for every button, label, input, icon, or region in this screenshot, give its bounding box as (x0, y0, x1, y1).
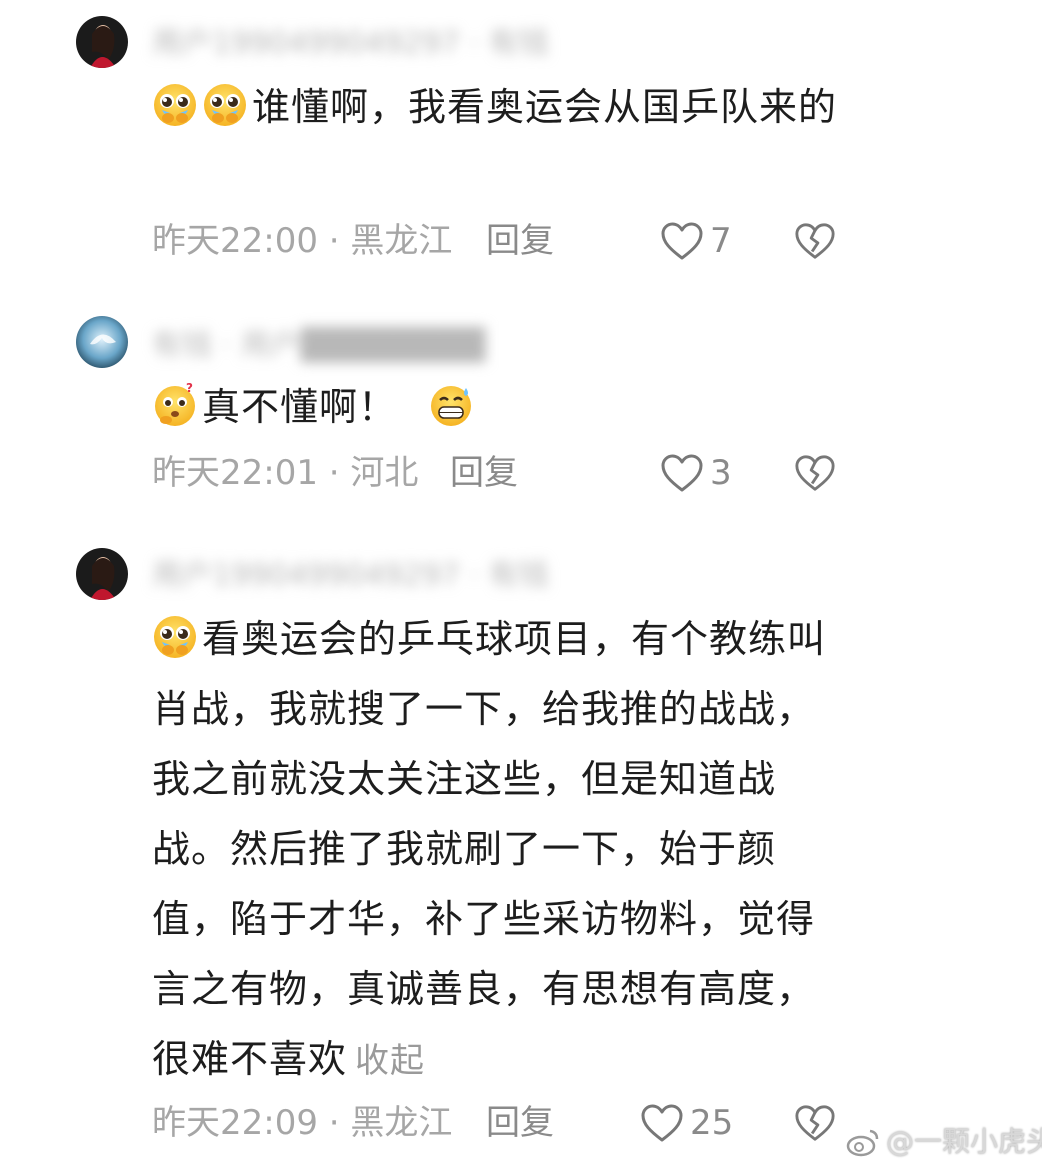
comment-text: 看奥运会的乒乓球项目，有个教练叫肖战，我就搜了一下，给我推的战战，我之前就没太关… (152, 604, 852, 1096)
broken-heart-icon[interactable] (794, 452, 836, 494)
comment-text: 谁懂啊，我看奥运会从国乒队来的 (152, 72, 852, 142)
like-button[interactable]: 25 (640, 1098, 733, 1148)
avatar[interactable] (76, 16, 128, 68)
username[interactable]: 有钱 · 用户████████ (152, 324, 485, 368)
pleading-face-icon (152, 614, 198, 660)
collapse-link[interactable]: 收起 (355, 1041, 425, 1081)
broken-heart-icon[interactable] (794, 1102, 836, 1144)
comment-meta: 昨天22:01 · 河北 (152, 453, 419, 493)
watermark-text: @一颗小虎头 (886, 1125, 1042, 1158)
thinking-face-icon (152, 382, 198, 428)
avatar[interactable] (76, 548, 128, 600)
reply-button[interactable]: 回复 (486, 216, 554, 266)
like-button[interactable]: 3 (660, 448, 732, 498)
comment-text-content: 看奥运会的乒乓球项目，有个教练叫肖战，我就搜了一下，给我推的战战，我之前就没太关… (152, 617, 827, 1081)
comment-text-content: 真不懂啊！ (202, 385, 398, 429)
comment-text: 真不懂啊！ (152, 372, 852, 442)
like-count: 7 (710, 221, 732, 261)
heart-outline-icon (660, 453, 704, 493)
reply-button[interactable]: 回复 (450, 448, 518, 498)
reply-button[interactable]: 回复 (486, 1098, 554, 1148)
weibo-logo-icon (846, 1129, 879, 1157)
comment-text-content: 谁懂啊，我看奥运会从国乒队来的 (252, 85, 838, 129)
pleading-face-icon (202, 82, 248, 128)
heart-outline-icon (640, 1103, 684, 1143)
like-button[interactable]: 7 (660, 216, 732, 266)
broken-heart-icon[interactable] (794, 220, 836, 262)
like-count: 25 (690, 1103, 734, 1143)
comment-meta: 昨天22:00 · 黑龙江 (152, 221, 453, 261)
username[interactable]: 用户1990499049297 · 有钱 (152, 22, 549, 66)
like-count: 3 (710, 453, 732, 493)
username[interactable]: 用户1990499049297 · 有钱 (152, 554, 549, 598)
grinning-sweat-face-icon (428, 382, 474, 428)
avatar[interactable] (76, 316, 128, 368)
pleading-face-icon (152, 82, 198, 128)
comment-meta: 昨天22:09 · 黑龙江 (152, 1103, 453, 1143)
heart-outline-icon (660, 221, 704, 261)
watermark: @一颗小虎头 (846, 1124, 1042, 1160)
